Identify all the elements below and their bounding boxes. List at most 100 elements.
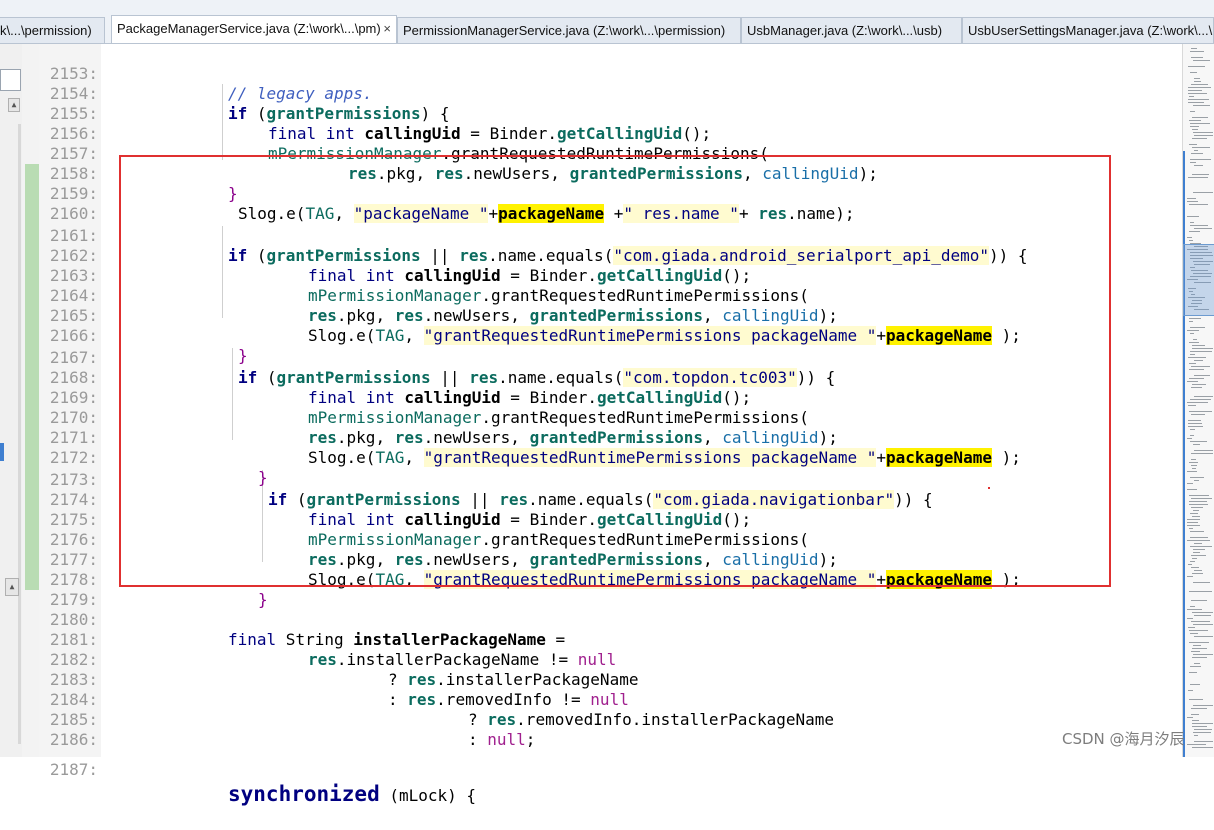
- minimap-line: [1187, 744, 1206, 745]
- minimap-line: [1191, 414, 1205, 415]
- minimap-line: [1194, 360, 1203, 361]
- minimap-line: [1192, 573, 1203, 574]
- code-line: 2159: Slog.e(TAG, "packageName "+package…: [0, 164, 855, 223]
- code-line: 2186:: [0, 710, 98, 749]
- minimap-line: [1187, 471, 1197, 472]
- minimap-line: [1189, 369, 1204, 370]
- line-number: 2171:: [49, 428, 98, 447]
- minimap-line: [1190, 123, 1210, 124]
- line-number: 2177:: [49, 550, 98, 569]
- tab-label: UsbManager.java (Z:\work\...\usb): [747, 23, 943, 38]
- minimap-line: [1188, 405, 1196, 406]
- minimap-marker: [1183, 151, 1185, 757]
- minimap-line: [1193, 732, 1211, 733]
- tab-permission-partial[interactable]: k\...\permission): [0, 17, 105, 43]
- code-line: 2161: if (grantPermissions || res.name.e…: [0, 206, 1028, 265]
- code-line: 2153: // legacy apps.: [0, 44, 373, 103]
- minimap-line: [1190, 222, 1194, 223]
- code-line: 2162: final int callingUid = Binder.getC…: [0, 226, 751, 285]
- line-number: 2179:: [49, 590, 98, 609]
- minimap-line: [1194, 135, 1213, 136]
- tab-usb-user-settings-manager[interactable]: UsbUserSettingsManager.java (Z:\work\...…: [962, 17, 1214, 43]
- minimap-line: [1190, 159, 1211, 160]
- line-number: 2170:: [49, 408, 98, 427]
- code-line: 2157: res.pkg, res.newUsers, grantedPerm…: [0, 124, 878, 183]
- code-line: 2175: mPermissionManager.grantRequestedR…: [0, 490, 809, 549]
- minimap-line: [1187, 576, 1193, 577]
- minimap-viewport[interactable]: [1183, 244, 1214, 316]
- minimap-line: [1190, 72, 1197, 73]
- minimap-line: [1189, 642, 1209, 643]
- line-number: 2180:: [49, 610, 98, 629]
- line-number: 2165:: [49, 306, 98, 325]
- minimap-line: [1194, 729, 1212, 730]
- minimap-line: [1187, 330, 1199, 331]
- tab-package-manager-service[interactable]: PackageManagerService.java (Z:\work\...\…: [111, 15, 397, 43]
- line-number: 2163:: [49, 266, 98, 285]
- minimap-line: [1188, 177, 1208, 178]
- line-number: 2168:: [49, 368, 98, 387]
- line-number: 2182:: [49, 650, 98, 669]
- line-number: 2155:: [49, 104, 98, 123]
- minimap-line: [1191, 708, 1207, 709]
- minimap-line: [1190, 126, 1199, 127]
- code-line: 2173: if (grantPermissions || res.name.e…: [0, 450, 933, 509]
- close-icon[interactable]: ×: [383, 16, 391, 42]
- code-line: 2181: res.installerPackageName != null: [0, 610, 616, 669]
- minimap-line: [1189, 231, 1200, 232]
- minimap-line: [1190, 327, 1205, 328]
- minimap-line: [1187, 381, 1198, 382]
- line-number: 2158:: [49, 164, 98, 183]
- minimap-line: [1188, 93, 1207, 94]
- code-line: 2184: ? res.removedInfo.installerPackage…: [0, 670, 834, 729]
- code-brace: }: [258, 590, 268, 609]
- minimap-line: [1193, 132, 1213, 133]
- minimap-line: [1187, 489, 1197, 490]
- minimap-line: [1189, 501, 1207, 502]
- minimap-line: [1189, 462, 1198, 463]
- minimap-line: [1188, 564, 1192, 565]
- code-line: 2176: res.pkg, res.newUsers, grantedPerm…: [0, 510, 838, 569]
- line-number: 2186:: [49, 730, 98, 749]
- minimap-line: [1190, 399, 1211, 400]
- tab-usb-manager[interactable]: UsbManager.java (Z:\work\...\usb): [741, 17, 962, 43]
- code-line: 2177: Slog.e(TAG, "grantRequestedRuntime…: [0, 530, 1021, 589]
- minimap-line: [1189, 495, 1209, 496]
- minimap-line: [1190, 477, 1204, 478]
- minimap-line: [1192, 174, 1209, 175]
- minimap-line: [1190, 666, 1201, 667]
- minimap-line: [1190, 351, 1212, 352]
- minimap-line: [1194, 543, 1202, 544]
- minimap-line: [1194, 150, 1198, 151]
- minimap-line: [1194, 735, 1198, 736]
- code-line: 2160:: [0, 184, 98, 223]
- line-number: 2183:: [49, 670, 98, 689]
- line-number: 2159:: [49, 184, 98, 203]
- minimap-line: [1193, 582, 1210, 583]
- code-line: 2166: }: [0, 306, 248, 365]
- minimap-line: [1194, 636, 1213, 637]
- code-line: 2183: : res.removedInfo != null: [0, 650, 629, 709]
- minimap-line: [1193, 339, 1197, 340]
- tab-label: PackageManagerService.java (Z:\work\...\…: [117, 21, 381, 36]
- minimap-line: [1189, 411, 1212, 412]
- code-minimap[interactable]: [1182, 44, 1214, 757]
- code-line: 2170: res.pkg, res.newUsers, grantedPerm…: [0, 388, 838, 447]
- code-text: ? res.removedInfo.installerPackageName: [468, 710, 835, 729]
- tab-label: PermissionManagerService.java (Z:\work\.…: [403, 23, 726, 38]
- tab-permission-manager-service[interactable]: PermissionManagerService.java (Z:\work\.…: [397, 17, 741, 43]
- minimap-line: [1192, 138, 1207, 139]
- minimap-line: [1188, 102, 1204, 103]
- minimap-line: [1193, 444, 1200, 445]
- minimap-line: [1190, 333, 1194, 334]
- minimap-line: [1192, 348, 1213, 349]
- line-number: 2185:: [49, 710, 98, 729]
- minimap-line: [1191, 57, 1203, 58]
- minimap-line: [1190, 633, 1198, 634]
- annotation-dot: [988, 487, 990, 489]
- minimap-line: [1190, 51, 1204, 52]
- editor-tab-bar: k\...\permission) PackageManagerService.…: [0, 0, 1214, 44]
- minimap-line: [1187, 522, 1198, 523]
- minimap-line: [1192, 648, 1207, 649]
- minimap-line: [1190, 537, 1208, 538]
